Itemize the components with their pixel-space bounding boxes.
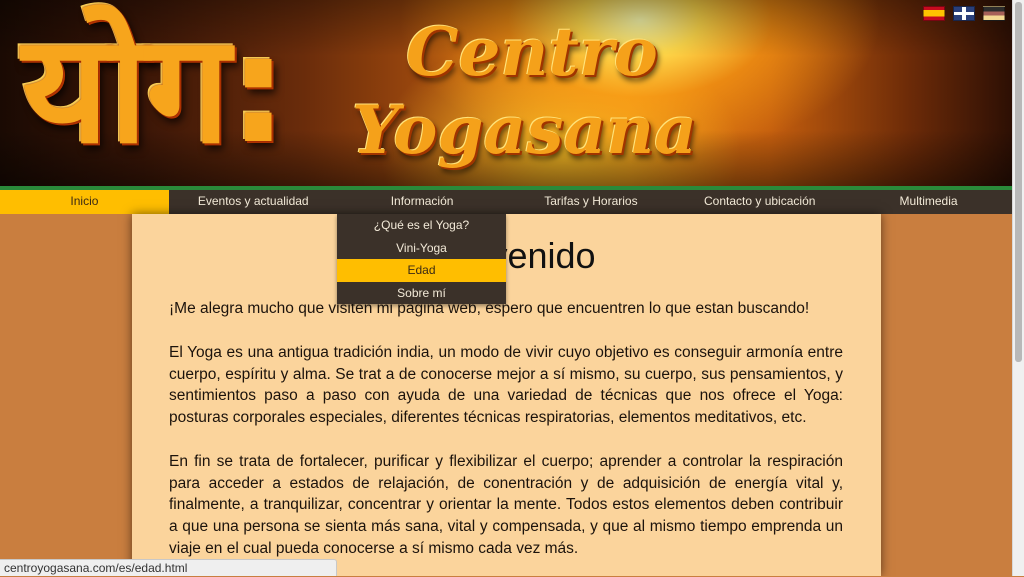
menu-item-que-es-yoga[interactable]: ¿Qué es el Yoga?: [337, 214, 506, 237]
menu-item-sobre-mi[interactable]: Sobre mí: [337, 282, 506, 305]
logo-title-line2[interactable]: Yogasana: [352, 92, 697, 168]
informacion-dropdown-menu: ¿Qué es el Yoga? Vini-Yoga Edad Sobre mí: [337, 214, 506, 304]
yoga-description-paragraph: El Yoga es una antigua tradición india, …: [169, 344, 843, 427]
main-nav: Inicio Eventos y actualidad Información …: [0, 190, 1013, 214]
menu-item-edad[interactable]: Edad: [337, 259, 506, 282]
yoga-goals-paragraph: En fin se trata de fortalecer, purificar…: [169, 453, 843, 557]
intro-paragraph: ¡Me alegra mucho que visiten mi pagina w…: [169, 300, 810, 317]
content-panel: Bienvenido ¡Me alegra mucho que visiten …: [132, 214, 881, 576]
vertical-scrollbar[interactable]: [1012, 0, 1024, 576]
german-flag-icon[interactable]: [983, 6, 1005, 21]
language-selector: [923, 6, 1005, 21]
header-banner: योग: Centro Yogasana: [0, 0, 1013, 186]
nav-item-contacto[interactable]: Contacto y ubicación: [675, 190, 844, 214]
link-status-bar: centroyogasana.com/es/edad.html: [0, 559, 337, 576]
english-flag-icon[interactable]: [953, 6, 975, 21]
menu-item-vini-yoga[interactable]: Vini-Yoga: [337, 237, 506, 260]
nav-item-inicio[interactable]: Inicio: [0, 190, 169, 214]
nav-item-multimedia[interactable]: Multimedia: [844, 190, 1013, 214]
nav-item-eventos[interactable]: Eventos y actualidad: [169, 190, 338, 214]
logo-devanagari[interactable]: योग:: [22, 0, 288, 180]
spanish-flag-icon[interactable]: [923, 6, 945, 21]
nav-item-informacion[interactable]: Información: [338, 190, 507, 214]
page: योग: Centro Yogasana Inicio Eventos y ac…: [0, 0, 1013, 576]
page-title: Bienvenido: [417, 235, 596, 276]
logo-title-line1[interactable]: Centro: [406, 14, 658, 90]
scrollbar-thumb[interactable]: [1015, 2, 1022, 362]
nav-item-tarifas[interactable]: Tarifas y Horarios: [506, 190, 675, 214]
